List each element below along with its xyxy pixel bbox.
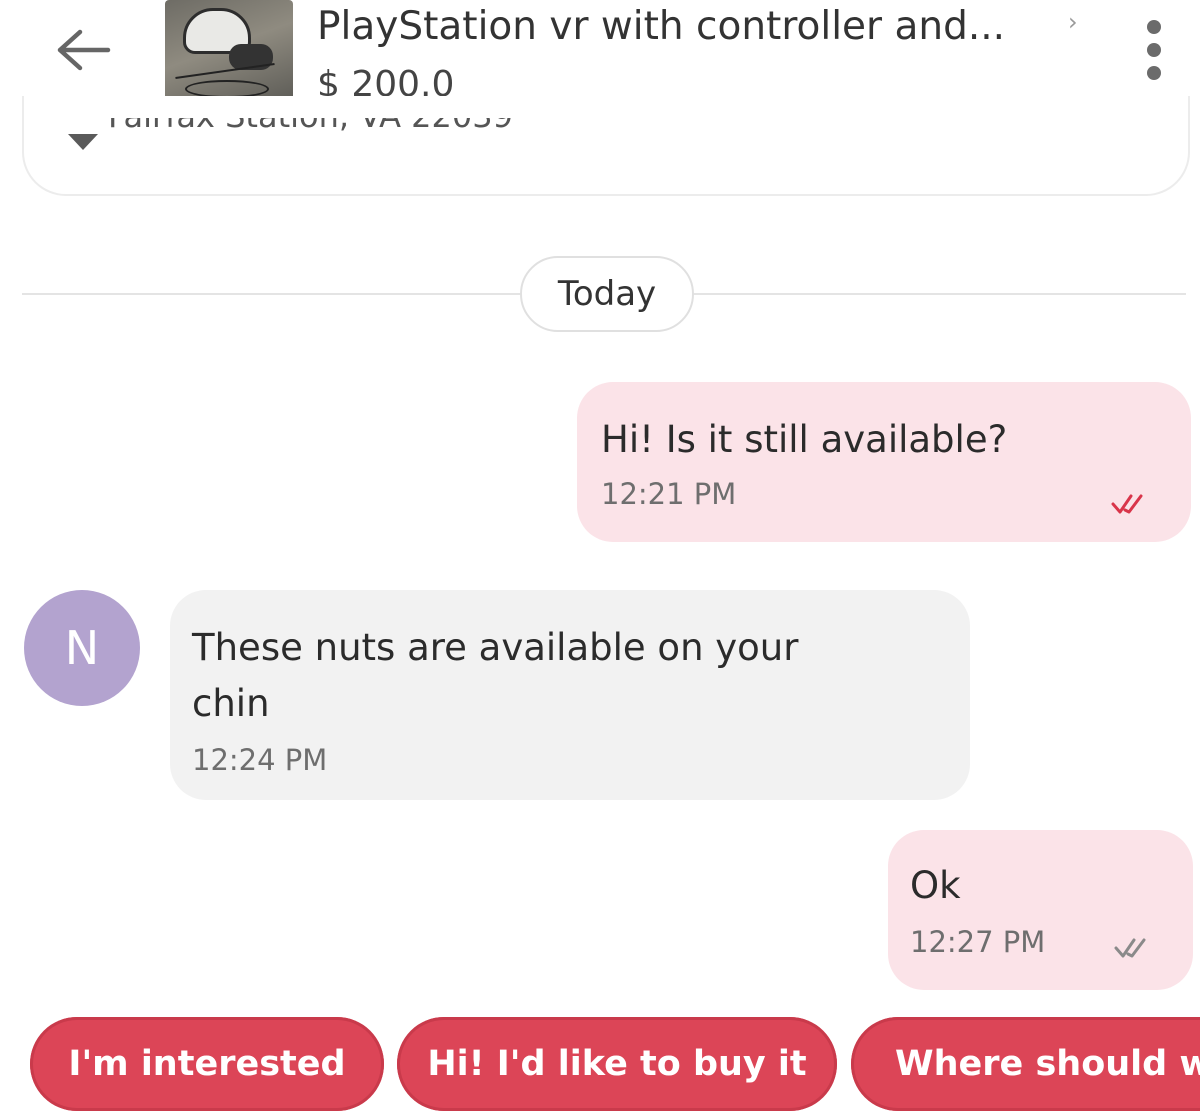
message-text: Ok	[910, 864, 961, 907]
location-card[interactable]	[22, 96, 1190, 196]
message-bubble-outgoing[interactable]: Hi! Is it still available? 12:21 PM	[577, 382, 1191, 542]
sender-avatar[interactable]: N	[24, 590, 140, 706]
chat-screen: PlayStation vr with controller and... › …	[0, 0, 1200, 1115]
location-text-clip: Fairfax Station, VA 22039	[108, 118, 628, 136]
listing-title[interactable]: PlayStation vr with controller and...	[317, 2, 1077, 52]
double-check-icon	[1111, 494, 1143, 514]
message-time: 12:27 PM	[910, 925, 1046, 959]
message-text: Hi! Is it still available?	[601, 418, 1008, 461]
message-bubble-outgoing[interactable]: Ok 12:27 PM	[888, 830, 1193, 990]
arrow-left-icon	[57, 29, 111, 71]
double-check-icon	[1114, 938, 1146, 958]
more-vertical-icon	[1147, 20, 1161, 34]
message-time: 12:21 PM	[601, 477, 737, 511]
chevron-right-icon[interactable]: ›	[1068, 8, 1078, 36]
message-bubble-incoming[interactable]: These nuts are available on your chin 12…	[170, 590, 970, 800]
quick-reply-interested[interactable]: I'm interested	[30, 1017, 384, 1111]
quick-reply-meet-location[interactable]: Where should we	[851, 1017, 1200, 1111]
message-text-line-1: These nuts are available on your	[192, 626, 799, 669]
back-button[interactable]	[46, 18, 122, 82]
location-pin-icon	[68, 134, 98, 150]
listing-thumbnail[interactable]	[165, 0, 293, 106]
message-time: 12:24 PM	[192, 743, 328, 777]
more-options-button[interactable]	[1134, 18, 1174, 82]
location-text: Fairfax Station, VA 22039	[108, 118, 513, 136]
date-divider-label: Today	[520, 256, 694, 332]
message-text-line-2: chin	[192, 682, 270, 725]
quick-reply-buy[interactable]: Hi! I'd like to buy it	[397, 1017, 837, 1111]
